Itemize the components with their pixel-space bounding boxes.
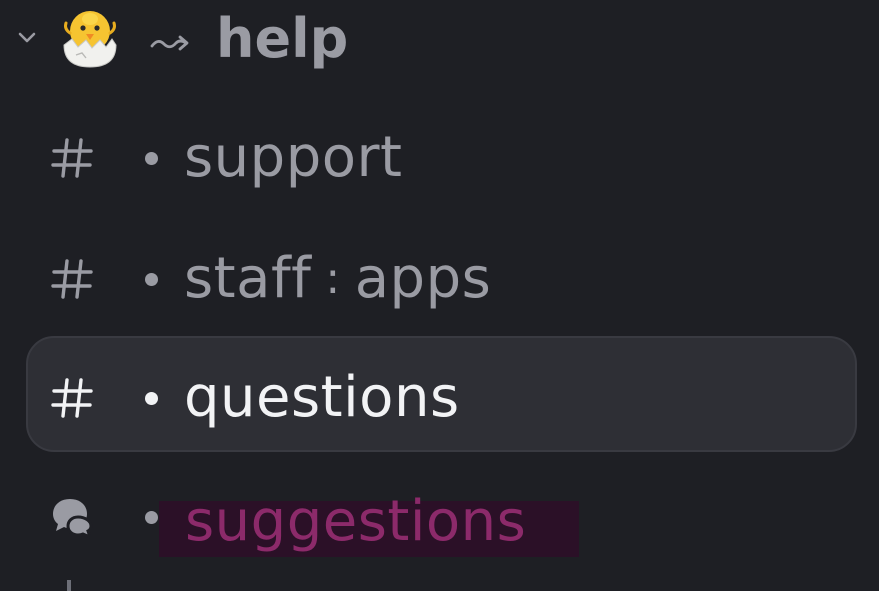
channel-name: suggestions [185,489,527,554]
hash-icon [51,138,93,178]
chevron-down-icon[interactable] [14,24,40,50]
hatching-chick-icon [63,11,117,68]
channel-name: support [184,125,403,190]
category-help[interactable]: help [0,0,879,84]
squiggle-arrow-icon [150,35,189,51]
channel-name: staff: apps [184,244,491,318]
channel-list: help support staff: apps questions sugge… [0,0,879,591]
channel-questions[interactable]: questions [26,336,857,452]
unread-dot [145,511,158,524]
hash-icon [51,259,93,299]
category-name: help [216,7,349,70]
channel-name-prefix: staff [184,246,312,311]
hash-icon [51,378,93,418]
channel-name-suffix: apps [354,246,492,311]
next-channel-icon-partial [67,580,71,591]
unread-dot [145,273,158,286]
forum-icon [53,499,93,539]
channel-name-separator: : [325,253,341,304]
unread-dot [145,152,158,165]
channel-staff-apps[interactable]: staff: apps [26,221,857,337]
unread-dot [145,392,158,405]
channel-name: questions [184,365,460,430]
channel-support[interactable]: support [26,100,857,216]
